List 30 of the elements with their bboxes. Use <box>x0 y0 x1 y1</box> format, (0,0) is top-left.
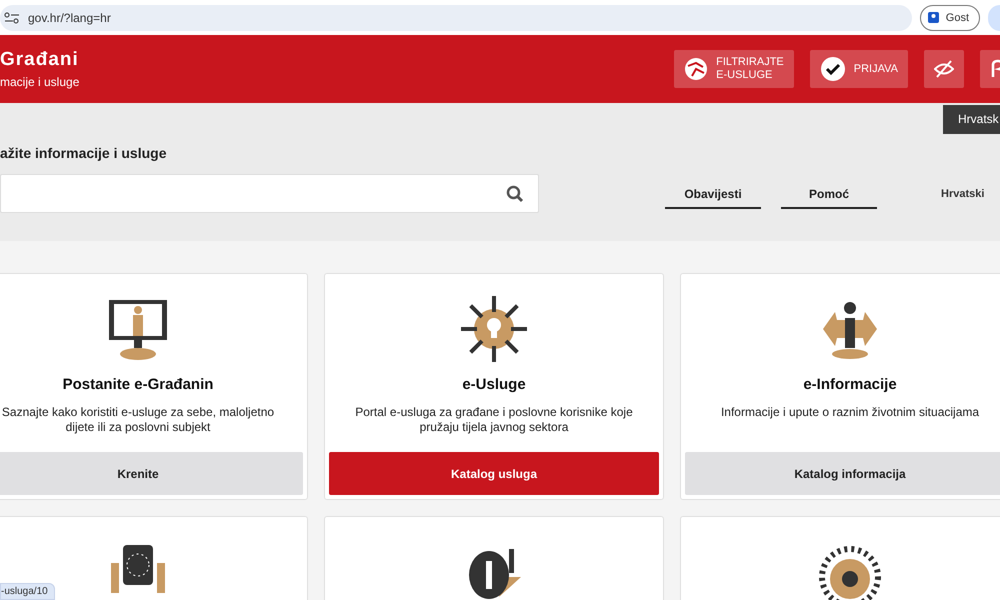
card-button[interactable]: Krenite <box>0 452 303 495</box>
site-title: Građani <box>0 49 80 71</box>
site-settings-icon[interactable] <box>4 12 20 24</box>
card-title: e-Usluge <box>462 376 526 393</box>
accessibility-button[interactable] <box>924 50 964 88</box>
profile-button[interactable]: Gost <box>920 4 980 30</box>
card-title: e-Informacije <box>803 376 897 393</box>
address-bar[interactable]: gov.hr/?lang=hr <box>0 4 912 30</box>
card-button[interactable]: Katalog usluga <box>329 452 659 495</box>
search-field[interactable] <box>0 174 539 213</box>
card-text: Informacije i upute o raznim životnim situacijama <box>720 405 980 421</box>
card-button[interactable]: Katalog informacija <box>685 452 1000 495</box>
ball-icon <box>684 57 708 81</box>
card-text: Saznajte kako koristiti e-usluge za sebe, maloljetno dijete ili za poslovni subjekt <box>0 405 276 436</box>
nav-link[interactable]: Obavijesti <box>665 178 761 208</box>
url-text: gov.hr/?lang=hr <box>28 10 111 24</box>
card-title: Postanite e-Građanin <box>62 376 214 393</box>
eye-off-icon <box>934 59 954 79</box>
burst-icon <box>459 294 529 364</box>
login-button[interactable]: PRIJAVA <box>810 50 908 88</box>
language-tooltip: Hrvatsk <box>943 105 1000 134</box>
search-icon[interactable] <box>506 184 524 202</box>
card-text: Portal e-usluga za građane i poslovne korisnike koje pružaju tijela javnog sektora <box>354 405 634 436</box>
filter-button[interactable]: FILTRIRAJTE E-USLUGE <box>674 50 794 88</box>
search-label: ažite informacije i usluge <box>0 145 168 161</box>
nav-link[interactable]: Pomoć <box>781 178 877 208</box>
check-icon <box>820 56 846 82</box>
site-subtitle: macije i usluge <box>0 75 80 89</box>
language-select[interactable]: Hrvatski <box>941 188 984 200</box>
profile-icon <box>926 11 940 24</box>
